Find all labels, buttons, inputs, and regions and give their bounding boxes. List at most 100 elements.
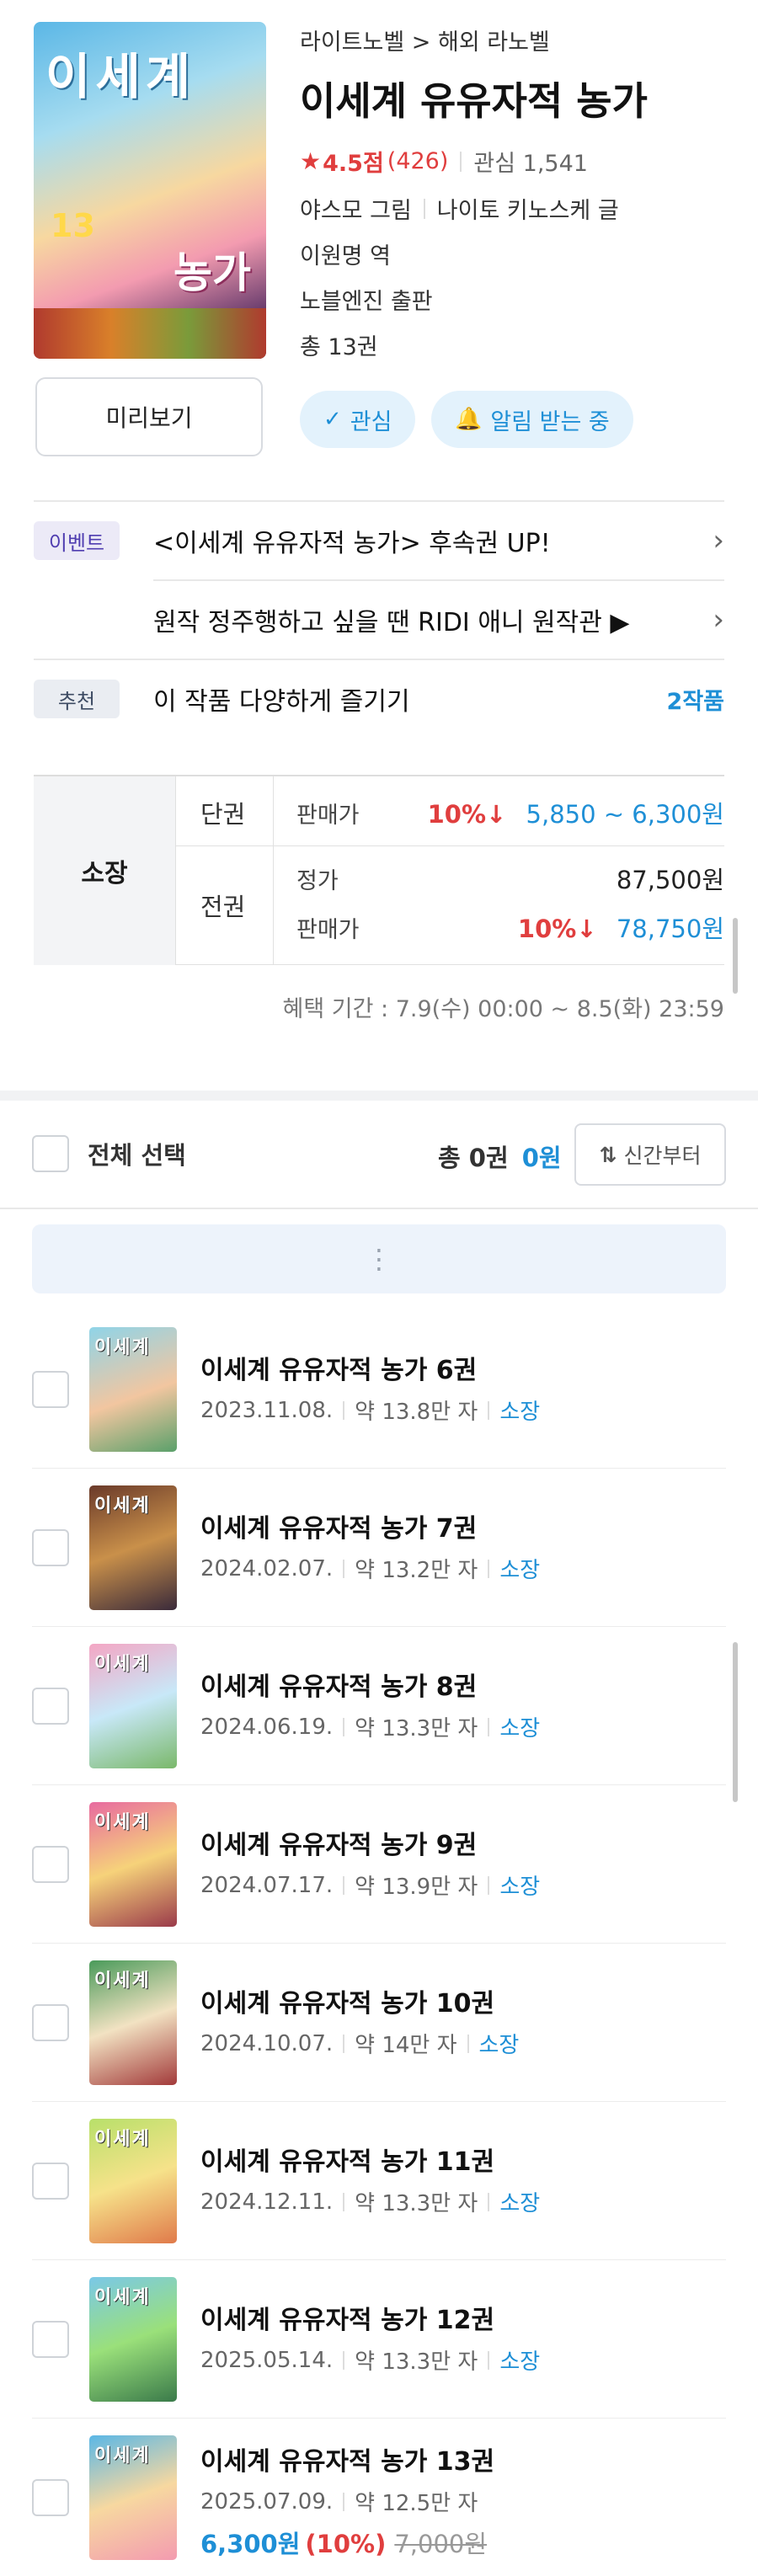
item-checkbox[interactable]: [32, 2321, 69, 2358]
item-cover[interactable]: 이세계: [89, 1327, 177, 1452]
item-title[interactable]: 이세계 유유자적 농가 6권: [200, 1349, 477, 1386]
item-status[interactable]: 소장: [499, 1711, 540, 1742]
item-title[interactable]: 이세계 유유자적 농가 10권: [200, 1982, 494, 2019]
item-meta: 2024.12.11. 약 13.3만 자 소장: [200, 2186, 540, 2217]
item-cover[interactable]: 이세계: [89, 2277, 177, 2402]
recommend-tag: 추천: [34, 680, 120, 718]
divider: [343, 2034, 345, 2053]
item-title[interactable]: 이세계 유유자적 농가 9권: [200, 1824, 477, 1861]
divider: [423, 198, 425, 219]
event-row[interactable]: 원작 정주행하고 싶을 땐 RIDI 애니 원작관 ▶ ›: [34, 581, 724, 659]
alarm-button[interactable]: 🔔 알림 받는 중: [431, 391, 633, 448]
illustrator-link[interactable]: 야스모 그림: [300, 192, 412, 225]
item-meta: 2023.11.08. 약 13.8만 자 소장: [200, 1395, 540, 1426]
item-checkbox[interactable]: [32, 1688, 69, 1725]
cover-text: 이세계: [94, 1654, 151, 1675]
list-item[interactable]: 이세계 이세계 유유자적 농가 7권 2024.02.07. 약 13.2만 자…: [0, 1469, 758, 1627]
item-checkbox[interactable]: [32, 1371, 69, 1408]
item-status[interactable]: 소장: [479, 2028, 520, 2059]
rating-count[interactable]: (426): [387, 148, 449, 174]
item-date: 2023.11.08.: [200, 1397, 334, 1423]
item-status[interactable]: 소장: [499, 1869, 540, 1901]
list-item[interactable]: 이세계 이세계 유유자적 농가 6권 2023.11.08. 약 13.8만 자…: [0, 1310, 758, 1469]
divider: [343, 1400, 345, 1420]
item-meta: 2024.10.07. 약 14만 자 소장: [200, 2028, 519, 2059]
item-length: 약 12.5만 자: [355, 2491, 478, 2516]
author-link[interactable]: 나이토 키노스케 글: [437, 192, 619, 225]
select-all[interactable]: 전체 선택: [32, 1135, 186, 1172]
cover-text: 이세계: [94, 1337, 151, 1358]
item-length: 약 13.9만 자: [355, 1875, 478, 1900]
list-item[interactable]: 이세계 이세계 유유자적 농가 9권 2024.07.17. 약 13.9만 자…: [0, 1785, 758, 1944]
item-title[interactable]: 이세계 유유자적 농가 11권: [200, 2141, 494, 2178]
sort-button[interactable]: ⇅ 신간부터: [574, 1123, 726, 1186]
item-meta: 2024.06.19. 약 13.3만 자 소장: [200, 1711, 540, 1742]
item-checkbox[interactable]: [32, 2004, 69, 2041]
divider: [343, 2192, 345, 2211]
breadcrumb[interactable]: 라이트노벨 > 해외 라노벨: [300, 24, 550, 56]
publisher-link[interactable]: 노블엔진 출판: [300, 283, 433, 316]
select-all-checkbox[interactable]: [32, 1135, 69, 1172]
item-checkbox[interactable]: [32, 2163, 69, 2200]
scrollbar[interactable]: [733, 1642, 738, 1802]
item-date: 2024.12.11.: [200, 2189, 334, 2215]
item-status[interactable]: 소장: [499, 1553, 540, 1584]
preview-button[interactable]: 미리보기: [35, 377, 263, 456]
list-item[interactable]: 이세계 이세계 유유자적 농가 12권 2025.05.14. 약 13.3만 …: [0, 2260, 758, 2419]
item-title[interactable]: 이세계 유유자적 농가 12권: [200, 2299, 494, 2336]
item-meta: 2024.07.17. 약 13.9만 자 소장: [200, 1869, 540, 1901]
load-more-bar[interactable]: ⋮: [32, 1224, 726, 1293]
event-text: <이세계 유유자적 농가> 후속권 UP!: [153, 529, 551, 558]
single-label: 단권: [200, 800, 246, 829]
divider: [343, 1875, 345, 1895]
divider: [343, 1559, 345, 1578]
book-cover[interactable]: 이세계 13 농가: [34, 22, 266, 359]
item-status[interactable]: 소장: [499, 2186, 540, 2217]
list-item[interactable]: 이세계 이세계 유유자적 농가 8권 2024.06.19. 약 13.3만 자…: [0, 1627, 758, 1785]
divider: [175, 776, 176, 965]
item-length: 약 13.3만 자: [355, 1716, 478, 1741]
recommend-text: 이 작품 다양하게 즐기기: [153, 687, 410, 717]
item-cover[interactable]: 이세계: [89, 2435, 177, 2560]
cover-text: 이세계: [94, 2287, 151, 2308]
total-volumes: 총 13권: [300, 334, 378, 360]
interest-label: 관심: [350, 408, 392, 435]
interest-button[interactable]: ✓ 관심: [300, 391, 416, 448]
item-cover[interactable]: 이세계: [89, 1485, 177, 1610]
event-row[interactable]: 이벤트 <이세계 유유자적 농가> 후속권 UP! ›: [34, 502, 724, 579]
item-date: 2024.07.17.: [200, 1872, 334, 1898]
event-text: 원작 정주행하고 싶을 땐 RIDI 애니 원작관 ▶: [153, 608, 630, 637]
item-status[interactable]: 소장: [499, 2344, 540, 2376]
item-status[interactable]: 소장: [499, 1395, 540, 1426]
item-original-price: 7,000원: [394, 2530, 488, 2558]
item-cover[interactable]: 이세계: [89, 2119, 177, 2243]
item-length: 약 13.3만 자: [355, 2191, 478, 2216]
divider: [343, 2492, 345, 2511]
item-title[interactable]: 이세계 유유자적 농가 7권: [200, 1507, 477, 1544]
star-icon: ★: [300, 147, 322, 175]
item-cover[interactable]: 이세계: [89, 1960, 177, 2085]
item-checkbox[interactable]: [32, 1846, 69, 1883]
event-tag-empty: [34, 600, 120, 639]
interest-count: 관심 1,541: [473, 151, 588, 177]
item-price: 6,300원 (10%) 7,000원: [200, 2525, 487, 2560]
bell-icon: 🔔: [455, 407, 483, 432]
divider: [175, 845, 724, 846]
recommend-row[interactable]: 추천 이 작품 다양하게 즐기기 2작품: [34, 660, 724, 738]
scrollbar[interactable]: [733, 918, 738, 994]
item-title[interactable]: 이세계 유유자적 농가 13권: [200, 2440, 494, 2477]
set-sale-amount: 78,750원: [616, 915, 724, 943]
list-item[interactable]: 이세계 이세계 유유자적 농가 10권 2024.10.07. 약 14만 자 …: [0, 1944, 758, 2102]
item-checkbox[interactable]: [32, 2479, 69, 2516]
item-title[interactable]: 이세계 유유자적 농가 8권: [200, 1666, 477, 1703]
divider: [273, 776, 274, 965]
item-cover[interactable]: 이세계: [89, 1644, 177, 1768]
item-cover[interactable]: 이세계: [89, 1802, 177, 1927]
item-checkbox[interactable]: [32, 1529, 69, 1566]
list-item[interactable]: 이세계 이세계 유유자적 농가 13권 2025.07.09. 약 12.5만 …: [0, 2419, 758, 2576]
translator-link[interactable]: 이원명 역: [300, 237, 391, 270]
list-item[interactable]: 이세계 이세계 유유자적 농가 11권 2024.12.11. 약 13.3만 …: [0, 2102, 758, 2260]
cover-text: 이세계: [94, 1971, 151, 1992]
rating-score: 4.5점: [323, 151, 384, 177]
recommend-link[interactable]: 2작품: [667, 683, 724, 716]
